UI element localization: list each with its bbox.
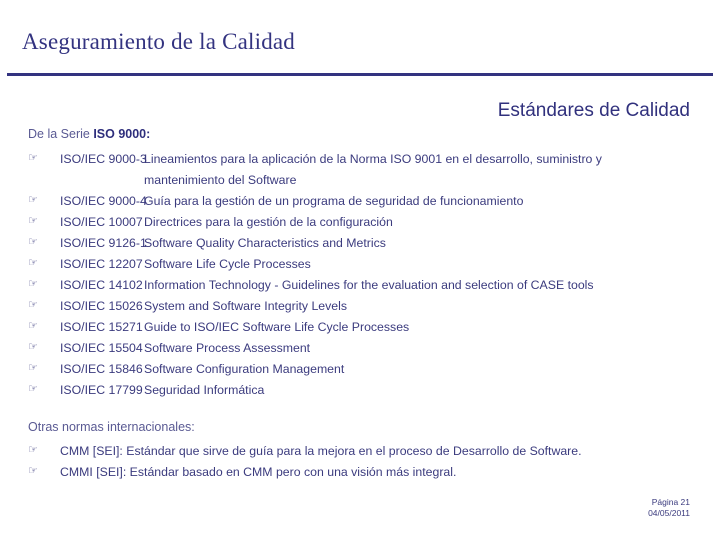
standard-code: ISO/IEC 17799: [60, 383, 143, 397]
standard-code: ISO/IEC 14102: [60, 278, 143, 292]
slide-subtitle: Estándares de Calidad: [497, 100, 690, 121]
list-item-body: ISO/IEC 9000-3Lineamientos para la aplic…: [60, 149, 720, 191]
standard-code: ISO/IEC 9000-3: [60, 152, 147, 166]
list-item: ☞ ISO/IEC 15504Software Process Assessmen…: [0, 338, 720, 359]
list-item: ☞ ISO/IEC 15846Software Configuration Man…: [0, 359, 720, 380]
list-item: ☞ ISO/IEC 10007Directrices para la gestió…: [0, 212, 720, 233]
list-item-body: ISO/IEC 10007Directrices para la gestión…: [60, 212, 720, 233]
list-item: ☞ ISO/IEC 9000-4Guía para la gestión de u…: [0, 191, 720, 212]
list-item: ☞ CMMI [SEI]: Estándar basado en CMM pero…: [0, 462, 720, 483]
list-item-body: ISO/IEC 15271Guide to ISO/IEC Software L…: [60, 317, 720, 338]
list-item: ☞ ISO/IEC 9000-3Lineamientos para la apli…: [0, 149, 720, 191]
list-item-body: ISO/IEC 15504Software Process Assessment: [60, 338, 720, 359]
bullet-icon: ☞: [28, 256, 38, 269]
list-item: ☞ ISO/IEC 12207Software Life Cycle Proces…: [0, 254, 720, 275]
standard-description: Software Quality Characteristics and Met…: [144, 236, 386, 250]
standard-description: Guía para la gestión de un programa de s…: [144, 194, 524, 208]
title-divider: [7, 73, 713, 76]
standard-description: Software Process Assessment: [144, 341, 311, 355]
bullet-icon: ☞: [28, 319, 38, 332]
iso-standards-list: ☞ ISO/IEC 9000-3Lineamientos para la apli…: [0, 149, 720, 401]
bullet-icon: ☞: [28, 382, 38, 395]
standard-description: Information Technology - Guidelines for …: [144, 278, 594, 292]
footer-date: 04/05/2011: [648, 508, 690, 518]
standard-code: ISO/IEC 15026: [60, 299, 143, 313]
bullet-icon: ☞: [28, 214, 38, 227]
list-item: ☞ ISO/IEC 14102Information Technology - G…: [0, 275, 720, 296]
standard-description: Directrices para la gestión de la config…: [144, 215, 393, 229]
list-item: ☞ ISO/IEC 17799Seguridad Informática: [0, 380, 720, 401]
list-item: ☞ ISO/IEC 15271Guide to ISO/IEC Software …: [0, 317, 720, 338]
section-heading-iso-bold: ISO 9000:: [93, 127, 151, 141]
section-heading-iso-plain: De la Serie: [28, 127, 94, 141]
standard-code: ISO/IEC 15846: [60, 362, 143, 376]
standard-description: Software Configuration Management: [144, 362, 345, 376]
page-number: Página 21: [651, 497, 690, 507]
standard-code: ISO/IEC 15504: [60, 341, 143, 355]
bullet-icon: ☞: [28, 151, 38, 164]
bullet-icon: ☞: [28, 277, 38, 290]
other-standards-list: ☞ CMM [SEI]: Estándar que sirve de guía p…: [0, 441, 720, 483]
bullet-icon: ☞: [28, 193, 38, 206]
bullet-icon: ☞: [28, 464, 38, 477]
list-item-body: ISO/IEC 12207Software Life Cycle Process…: [60, 254, 720, 275]
section-heading-iso: De la Serie ISO 9000:: [28, 126, 150, 142]
list-item: ☞ ISO/IEC 15026System and Software Integr…: [0, 296, 720, 317]
bullet-icon: ☞: [28, 443, 38, 456]
slide-footer: Página 21 04/05/2011: [648, 497, 690, 519]
slide-canvas: Aseguramiento de la Calidad Estándares d…: [0, 0, 720, 540]
page-title: Aseguramiento de la Calidad: [22, 29, 296, 54]
standard-code: ISO/IEC 9000-4: [60, 194, 147, 208]
list-item-body: ISO/IEC 15846Software Configuration Mana…: [60, 359, 720, 380]
list-item-body: ISO/IEC 9000-4Guía para la gestión de un…: [60, 191, 720, 212]
list-item-body: ISO/IEC 14102Information Technology - Gu…: [60, 275, 720, 296]
standard-code: ISO/IEC 15271: [60, 320, 143, 334]
list-item-body: CMM [SEI]: Estándar que sirve de guía pa…: [60, 441, 720, 462]
standard-description: Software Life Cycle Processes: [144, 257, 311, 271]
list-item-body: ISO/IEC 17799Seguridad Informática: [60, 380, 720, 401]
standard-code: ISO/IEC 12207: [60, 257, 143, 271]
bullet-icon: ☞: [28, 361, 38, 374]
standard-description: CMM [SEI]: Estándar que sirve de guía pa…: [60, 444, 582, 458]
list-item-body: ISO/IEC 9126-1Software Quality Character…: [60, 233, 720, 254]
standard-description: System and Software Integrity Levels: [144, 299, 347, 313]
bullet-icon: ☞: [28, 235, 38, 248]
bullet-icon: ☞: [28, 340, 38, 353]
standard-description: Lineamientos para la aplicación de la No…: [144, 152, 602, 187]
standard-description: Seguridad Informática: [144, 383, 265, 397]
list-item-body: CMMI [SEI]: Estándar basado en CMM pero …: [60, 462, 720, 483]
standard-description: CMMI [SEI]: Estándar basado en CMM pero …: [60, 465, 457, 479]
standard-code: ISO/IEC 10007: [60, 215, 143, 229]
standard-description: Guide to ISO/IEC Software Life Cycle Pro…: [144, 320, 410, 334]
section-heading-otras: Otras normas internacionales:: [28, 420, 195, 434]
bullet-icon: ☞: [28, 298, 38, 311]
list-item: ☞ ISO/IEC 9126-1Software Quality Characte…: [0, 233, 720, 254]
standard-code: ISO/IEC 9126-1: [60, 236, 147, 250]
list-item-body: ISO/IEC 15026System and Software Integri…: [60, 296, 720, 317]
list-item: ☞ CMM [SEI]: Estándar que sirve de guía p…: [0, 441, 720, 462]
